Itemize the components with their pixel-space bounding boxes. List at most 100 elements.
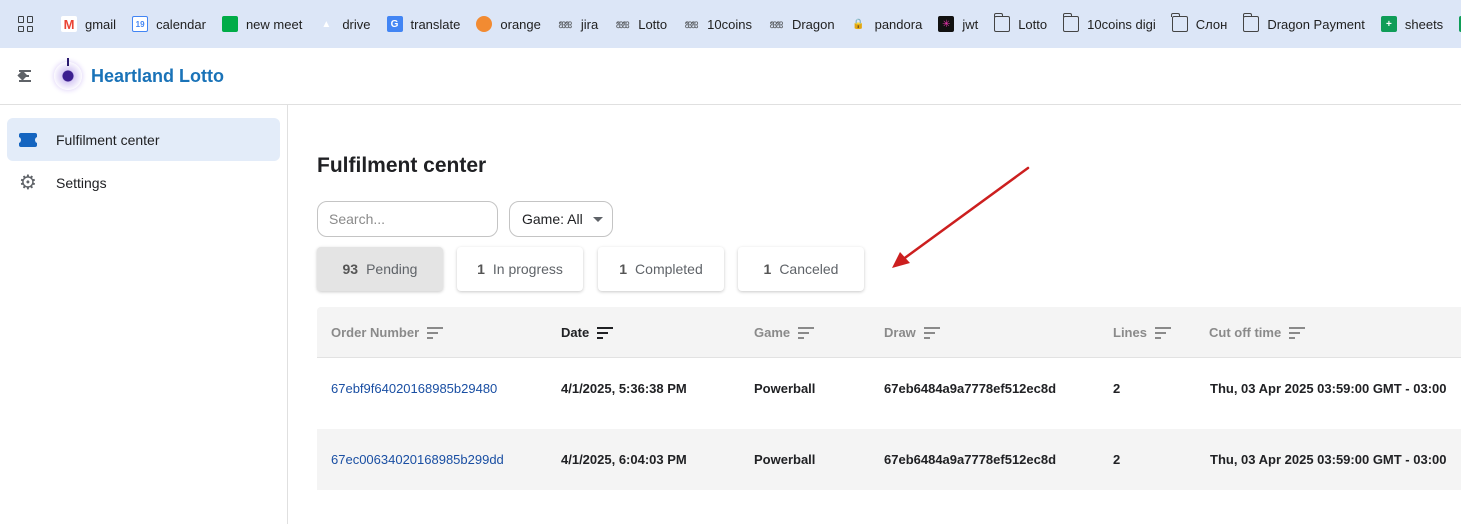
bookmark-label: 10coins [707, 16, 752, 32]
bookmark-label: orange [500, 16, 541, 32]
bookmark-label: gmail [85, 16, 117, 32]
order-date: 4/1/2025, 5:36:38 PM [561, 381, 687, 396]
bookmark-calendar[interactable]: 19 calendar [132, 16, 206, 32]
tab-in-progress[interactable]: 1 In progress [457, 247, 583, 291]
bookmark-label: Lotto [1018, 16, 1048, 32]
table-header: Order Number Date Game Draw Lines Cut of… [317, 307, 1461, 358]
order-number-link[interactable]: 67ebf9f64020168985b29480 [331, 358, 497, 419]
jwt-icon: ✳ [938, 16, 955, 32]
bookmark-label: Dragon Payment [1267, 16, 1365, 32]
caret-down-icon [592, 216, 603, 222]
annotation-arrow [892, 166, 1030, 268]
order-draw: 67eb6484a9a7778ef512ec8d [884, 452, 1057, 467]
sheets-icon: + [1380, 16, 1397, 32]
sidebar-item-label: Settings [56, 174, 107, 191]
order-game: Powerball [754, 381, 816, 396]
gmail-icon: M [61, 16, 77, 32]
meet-icon [221, 16, 238, 32]
tab-pending[interactable]: 93 Pending [317, 247, 443, 291]
column-header-cut-off-time[interactable]: Cut off time [1209, 307, 1306, 358]
table-row[interactable]: 67ebf9f64020168985b29480 4/1/2025, 5:36:… [317, 358, 1461, 419]
bookmark-label: 10coins digi [1087, 16, 1156, 32]
sidebar-item-fulfilment-center[interactable]: Fulfilment center [7, 118, 280, 161]
sort-icon [1289, 325, 1306, 340]
order-number-link[interactable]: 67ec00634020168985b299dd [331, 429, 504, 490]
tab-canceled[interactable]: 1 Canceled [738, 247, 864, 291]
tab-label: Completed [635, 261, 703, 277]
game-filter-select[interactable]: Game: All [509, 201, 613, 237]
sort-icon [798, 325, 815, 340]
gear-icon: ⚙ [19, 171, 37, 194]
lock-icon: 🔒 [852, 18, 865, 30]
bookmark-label: jwt [962, 16, 979, 32]
bookmarks-bar: Mgmail 19 calendar new meet ▲ drive Gtranslate… [0, 0, 1461, 48]
bookmark-10coins[interactable]: ஐஐ 10coins [683, 16, 752, 32]
folder-icon [1242, 13, 1260, 32]
order-cut-off-time: Thu, 03 Apr 2025 03:59:00 GMT - 03:00 [1210, 381, 1447, 396]
bookmark-lotto[interactable]: ஐஐ Lotto [614, 16, 667, 32]
coins-icon: ஐஐ [684, 18, 698, 28]
translate-icon: G [386, 16, 403, 32]
sort-icon [597, 325, 614, 340]
bookmark-translate[interactable]: Gtranslate [386, 16, 461, 32]
bookmark-label: new meet [245, 16, 303, 32]
column-header-draw[interactable]: Draw [884, 307, 940, 358]
tab-completed[interactable]: 1 Completed [598, 247, 724, 291]
bookmark-orange[interactable]: orange [476, 16, 541, 32]
bookmark-sheets[interactable]: + sheets [1380, 16, 1444, 32]
table-row[interactable]: 67ec00634020168985b299dd 4/1/2025, 6:04:… [317, 429, 1461, 490]
sidebar-item-label: Fulfilment center [56, 131, 160, 148]
bookmark-10coins-digi[interactable]: 10coins digi [1062, 13, 1156, 32]
app-logo [54, 58, 82, 90]
folder-icon [1062, 13, 1080, 32]
tab-label: Pending [366, 261, 418, 277]
sort-icon [427, 325, 444, 340]
bookmark-pandora[interactable]: 🔒 pandora [851, 16, 923, 32]
drive-icon: ▲ [321, 18, 332, 30]
lotto-icon: ஐஐ [615, 18, 629, 28]
sidebar-item-settings[interactable]: ⚙ Settings [7, 161, 280, 204]
order-game: Powerball [754, 452, 816, 467]
bookmark-drive[interactable]: ▲ drive [318, 16, 370, 32]
bookmark-gmail[interactable]: Mgmail [61, 16, 116, 32]
order-draw: 67eb6484a9a7778ef512ec8d [884, 381, 1057, 396]
folder-icon [1171, 13, 1188, 32]
sort-icon [1154, 325, 1171, 340]
bookmark-label: translate [410, 16, 461, 32]
tab-count: 1 [763, 261, 772, 277]
page-title: Fulfilment center [317, 154, 487, 177]
tab-label: In progress [492, 261, 563, 277]
order-date: 4/1/2025, 6:04:03 PM [561, 452, 687, 467]
bookmark-label: sheets [1404, 16, 1444, 32]
orders-table: Order Number Date Game Draw Lines Cut of… [317, 307, 1461, 490]
column-header-lines[interactable]: Lines [1113, 307, 1171, 358]
column-header-order-number[interactable]: Order Number [331, 307, 444, 358]
bookmark-dragon[interactable]: ஐஐ Dragon [768, 16, 835, 32]
bookmark-lotto[interactable]: Lotto [993, 13, 1048, 32]
sort-icon [923, 325, 940, 340]
bookmark-label: calendar [156, 16, 206, 32]
bookmark-label: pandora [874, 16, 923, 32]
bookmark-dragon-payment[interactable]: Dragon Payment [1242, 13, 1365, 32]
search-input[interactable] [317, 201, 498, 237]
bookmark-label: Dragon [791, 16, 835, 32]
bookmark-new-meet[interactable]: new meet [221, 16, 303, 32]
collapse-menu-icon[interactable] [17, 69, 39, 83]
bookmark-label: Слон [1195, 16, 1228, 32]
orange-icon [476, 16, 493, 32]
bookmark-jwt[interactable]: ✳ jwt [938, 16, 978, 32]
tab-count: 93 [342, 261, 359, 277]
bookmark-list: Mgmail 19 calendar new meet ▲ drive Gtranslate… [61, 13, 1461, 32]
bookmark-label: drive [342, 16, 371, 32]
tab-count: 1 [477, 261, 485, 277]
apps-grid-icon[interactable] [18, 16, 33, 32]
ticket-icon [16, 131, 40, 149]
tab-count: 1 [619, 261, 628, 277]
order-cut-off-time: Thu, 03 Apr 2025 03:59:00 GMT - 03:00 [1210, 452, 1447, 467]
app-title[interactable]: Heartland Lotto [91, 66, 224, 87]
bookmark-jira[interactable]: ஐஐ jira [557, 16, 599, 32]
column-header-game[interactable]: Game [754, 307, 815, 358]
column-header-date[interactable]: Date [561, 307, 614, 358]
game-filter-label: Game: All [522, 211, 583, 227]
bookmark-слон[interactable]: Слон [1171, 13, 1228, 32]
